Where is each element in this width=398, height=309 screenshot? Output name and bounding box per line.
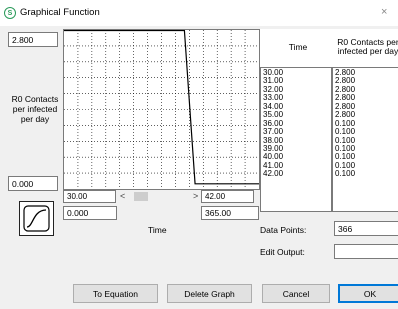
value-cell[interactable]: 0.100: [335, 169, 398, 178]
value-column[interactable]: 2.800 2.800 2.800 2.800 2.800 2.800 0.100 0.100…: [332, 67, 398, 212]
ok-button[interactable]: OK: [338, 284, 398, 303]
delete-graph-button[interactable]: Delete Graph: [167, 284, 252, 303]
y-min-input[interactable]: 0.000: [8, 176, 58, 191]
y-max-input[interactable]: 2.800: [8, 32, 58, 47]
function-line[interactable]: [64, 30, 259, 185]
x-min-input[interactable]: 0.000: [63, 206, 117, 220]
data-points-label: Data Points:: [260, 225, 307, 235]
edit-output-input[interactable]: [334, 244, 398, 259]
app-icon: S: [4, 7, 16, 19]
cancel-button[interactable]: Cancel: [262, 284, 330, 303]
scroll-left-icon[interactable]: <: [120, 191, 125, 201]
edit-output-label: Edit Output:: [260, 247, 305, 257]
scroll-thumb[interactable]: [134, 192, 148, 201]
time-cell[interactable]: 42.00: [263, 169, 329, 178]
time-scrollbar[interactable]: [116, 190, 199, 203]
data-points-input[interactable]: 366: [334, 221, 398, 236]
view-start-field[interactable]: 30.00: [63, 190, 116, 203]
curve-shape-button[interactable]: [19, 201, 54, 236]
scroll-right-icon[interactable]: >: [193, 191, 198, 201]
y-axis-label: R0 Contacts per infected per day: [11, 94, 59, 124]
x-axis-label: Time: [148, 225, 167, 235]
to-equation-button[interactable]: To Equation: [73, 284, 158, 303]
time-column[interactable]: 30.00 31.00 32.00 33.00 34.00 35.00 36.00 37.00…: [260, 67, 332, 212]
close-icon[interactable]: ×: [381, 6, 387, 18]
graph-area[interactable]: [63, 29, 260, 190]
graph-plot[interactable]: [64, 30, 259, 189]
value-column-header-line2: infected per day: [337, 46, 398, 56]
time-column-header: Time: [288, 42, 308, 52]
x-max-input[interactable]: 365.00: [201, 206, 259, 220]
window-title: Graphical Function: [20, 7, 100, 18]
view-end-field[interactable]: 42.00: [201, 190, 254, 203]
s-curve-icon: [23, 205, 50, 232]
